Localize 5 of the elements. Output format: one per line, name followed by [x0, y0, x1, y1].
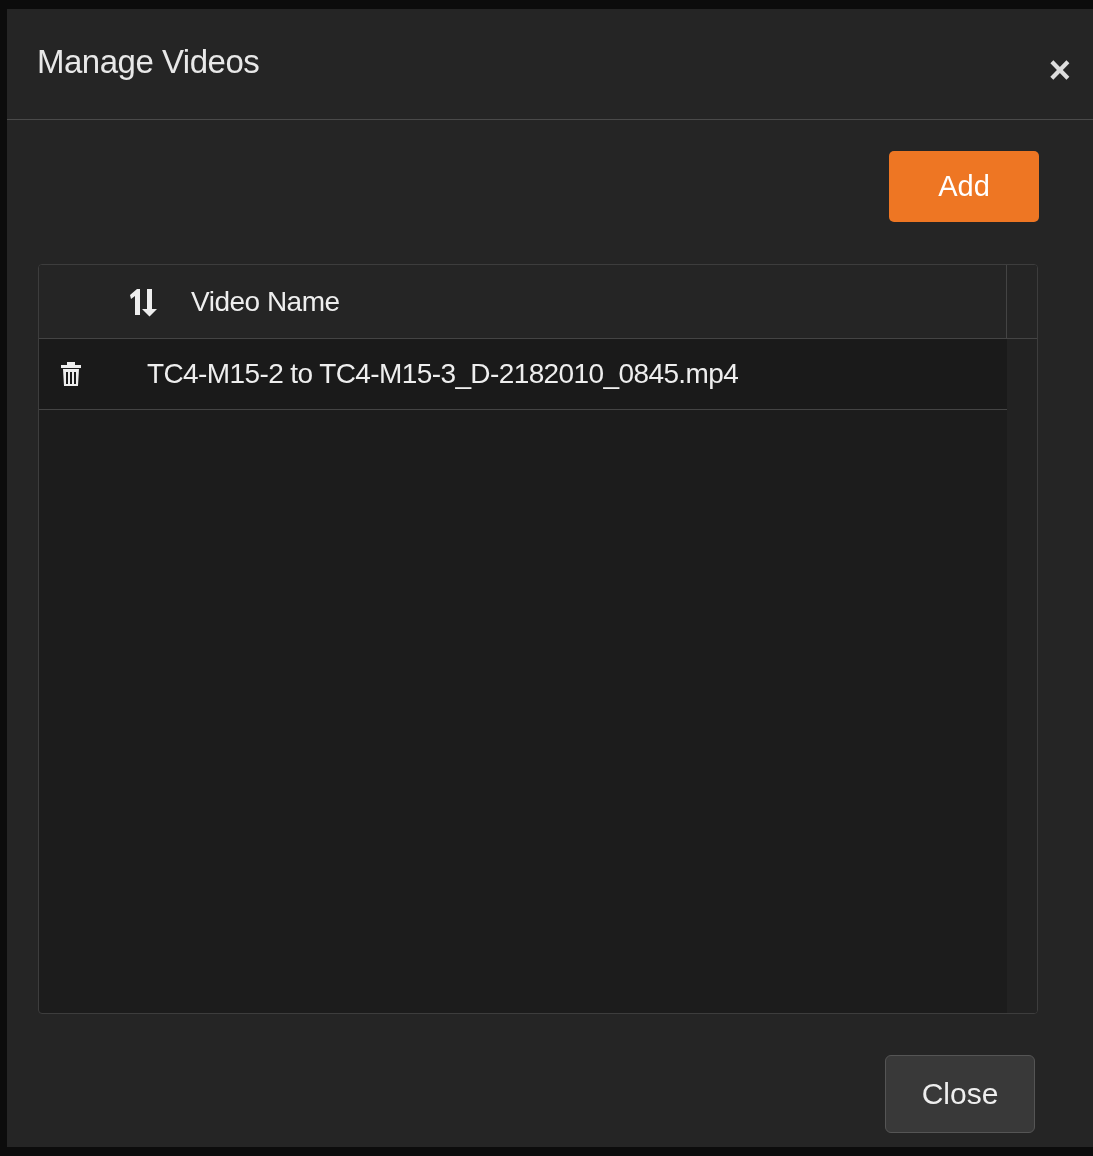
dialog-title: Manage Videos: [37, 43, 260, 81]
column-header[interactable]: Video Name: [191, 285, 340, 318]
video-name: TC4-M15-2 to TC4-M15-3_D-2182010_0845.mp4: [146, 358, 739, 390]
close-button[interactable]: Close: [885, 1055, 1035, 1133]
trash-icon[interactable]: [59, 361, 83, 387]
